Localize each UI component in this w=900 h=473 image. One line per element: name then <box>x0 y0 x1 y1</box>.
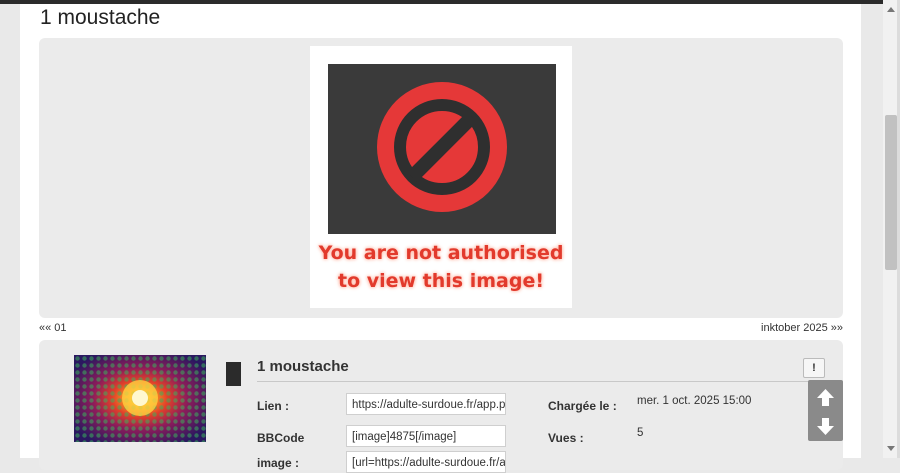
report-button[interactable]: ! <box>803 358 825 378</box>
arrow-down-icon <box>817 418 834 435</box>
views-value: 5 <box>637 427 644 439</box>
not-authorised-message-line1: You are not authorised <box>318 242 564 264</box>
exclamation-icon: ! <box>812 362 816 374</box>
link-field[interactable]: https://adulte-surdoue.fr/app.ph <box>346 393 506 415</box>
not-authorised-message-line2: to view this image! <box>337 270 545 292</box>
image-details-panel: 1 moustache ! Lien : https://adulte-surd… <box>39 340 843 473</box>
uploaded-label: Chargée le : <box>548 399 617 413</box>
next-image-link[interactable]: inktober 2025 »» <box>761 322 843 334</box>
thumbnail-graphic <box>74 355 206 442</box>
scrollbar-thumb[interactable] <box>885 115 897 270</box>
bbcode-label: BBCode <box>257 431 305 445</box>
scroll-down-button[interactable] <box>808 410 843 440</box>
link-label: Lien : <box>257 399 289 413</box>
page-title: 1 moustache <box>40 6 161 29</box>
bbcode-field[interactable]: [image]4875[/image] <box>346 425 506 447</box>
image-code-field[interactable]: [url=https://adulte-surdoue.fr/ar <box>346 451 506 473</box>
forbidden-icon <box>377 82 507 212</box>
image-viewer: You are not authorised to view this imag… <box>39 38 843 318</box>
image-code-label: image : <box>257 456 300 470</box>
main-image[interactable]: You are not authorised to view this imag… <box>310 46 572 308</box>
uploaded-value: mer. 1 oct. 2025 15:00 <box>637 395 752 407</box>
scroll-buttons <box>808 380 843 441</box>
scroll-up-button[interactable] <box>808 382 843 412</box>
divider <box>257 381 825 382</box>
scrollbar-up-arrow-icon[interactable] <box>887 7 895 12</box>
page-content: 1 moustache You are not authorised to vi… <box>20 4 861 473</box>
thumbnail-image[interactable] <box>74 355 206 442</box>
arrow-up-icon <box>817 389 834 406</box>
image-placeholder-background <box>328 64 556 234</box>
pager: «« 01 inktober 2025 »» <box>39 322 843 336</box>
details-title: 1 moustache <box>257 358 349 375</box>
color-swatch <box>226 362 241 386</box>
views-label: Vues : <box>548 431 584 445</box>
previous-image-link[interactable]: «« 01 <box>39 322 67 334</box>
scrollbar-down-arrow-icon[interactable] <box>887 446 895 451</box>
